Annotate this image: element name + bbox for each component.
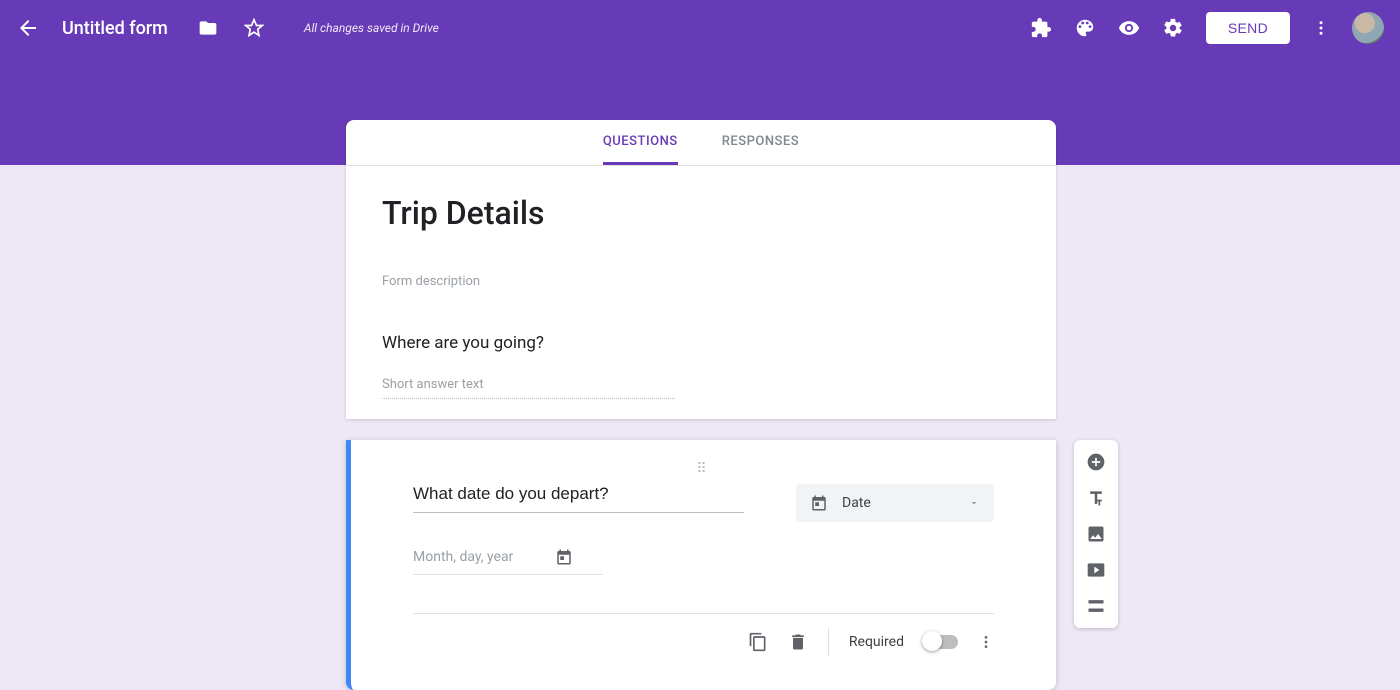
required-toggle[interactable]: [924, 635, 958, 649]
header-right: SEND: [1030, 12, 1384, 44]
question-2-selected[interactable]: ⠿ Date Month, day, year Required: [346, 440, 1056, 690]
form-title[interactable]: Trip Details: [382, 194, 1020, 232]
send-button[interactable]: SEND: [1206, 12, 1290, 44]
side-toolbar: [1074, 440, 1118, 628]
palette-icon[interactable]: [1074, 17, 1096, 39]
question-edit-row: Date: [413, 484, 994, 522]
caret-down-icon: [968, 497, 980, 509]
question-more-icon[interactable]: [978, 632, 994, 652]
preview-icon[interactable]: [1118, 17, 1140, 39]
question-1-title[interactable]: Where are you going?: [382, 333, 1020, 353]
add-title-icon[interactable]: [1086, 488, 1106, 508]
question-type-label: Date: [842, 495, 968, 511]
calendar-inline-icon: [555, 548, 573, 566]
back-icon[interactable]: [16, 16, 40, 40]
tab-questions[interactable]: QUESTIONS: [603, 120, 678, 165]
form-description[interactable]: Form description: [382, 274, 1020, 289]
date-answer-placeholder: Month, day, year: [413, 548, 603, 575]
add-question-icon[interactable]: [1086, 452, 1106, 472]
date-placeholder-text: Month, day, year: [413, 549, 513, 565]
form-card: QUESTIONS RESPONSES Trip Details Form de…: [346, 120, 1056, 419]
header-bar: Untitled form All changes saved in Drive…: [0, 0, 1400, 56]
header-left: Untitled form All changes saved in Drive: [16, 16, 439, 40]
question-footer: Required: [413, 613, 994, 656]
folder-icon[interactable]: [198, 18, 218, 38]
save-status: All changes saved in Drive: [304, 21, 439, 35]
addons-icon[interactable]: [1030, 17, 1052, 39]
add-section-icon[interactable]: [1086, 596, 1106, 616]
add-image-icon[interactable]: [1086, 524, 1106, 544]
star-icon[interactable]: [244, 18, 264, 38]
delete-icon[interactable]: [788, 632, 808, 652]
question-title-input[interactable]: [413, 484, 744, 513]
required-label: Required: [849, 634, 904, 650]
tabs: QUESTIONS RESPONSES: [346, 120, 1056, 166]
duplicate-icon[interactable]: [748, 632, 768, 652]
settings-icon[interactable]: [1162, 17, 1184, 39]
question-1-answer-placeholder: Short answer text: [382, 377, 675, 399]
calendar-icon: [810, 494, 828, 512]
form-header-block[interactable]: Trip Details Form description: [346, 166, 1056, 311]
more-icon[interactable]: [1312, 17, 1330, 39]
divider: [828, 628, 829, 656]
question-1[interactable]: Where are you going? Short answer text: [346, 311, 1056, 419]
question-type-selector[interactable]: Date: [796, 484, 994, 522]
add-video-icon[interactable]: [1086, 560, 1106, 580]
avatar[interactable]: [1352, 12, 1384, 44]
drag-handle-icon[interactable]: ⠿: [387, 462, 1020, 474]
tab-responses[interactable]: RESPONSES: [722, 120, 799, 165]
document-title[interactable]: Untitled form: [62, 18, 168, 39]
